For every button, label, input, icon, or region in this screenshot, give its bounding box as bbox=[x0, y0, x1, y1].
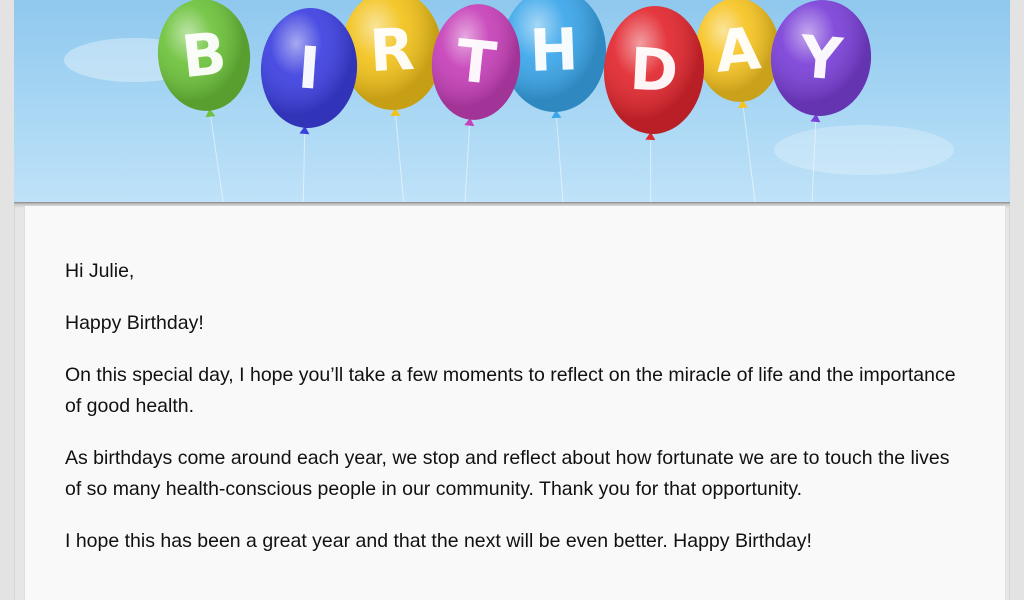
paragraph-community: As birthdays come around each year, we s… bbox=[65, 447, 950, 500]
email-viewer: A B R H I T D Y Hi Julie, Happy Birthday! On th… bbox=[0, 0, 1024, 600]
balloon-string bbox=[302, 127, 306, 202]
balloon-letter: T bbox=[453, 26, 500, 98]
balloon-r-2: R bbox=[341, 0, 443, 202]
balloon-letter: H bbox=[529, 15, 580, 85]
email-message: Hi Julie, Happy Birthday! On this specia… bbox=[65, 256, 965, 578]
balloon-string bbox=[650, 133, 652, 202]
greeting: Hi Julie, bbox=[65, 260, 135, 282]
balloon-letter: Y bbox=[796, 22, 846, 94]
balloon-b-0: B bbox=[157, 0, 251, 202]
balloon-d-5: D bbox=[603, 6, 705, 202]
balloon-letter: B bbox=[178, 19, 229, 91]
balloon-string bbox=[209, 110, 225, 202]
birthday-wish-line: Happy Birthday! bbox=[65, 312, 204, 334]
paragraph-reflect: On this special day, I hope you’ll take … bbox=[65, 364, 956, 417]
balloon-i-1: I bbox=[260, 8, 358, 202]
balloon-letter: R bbox=[368, 15, 416, 85]
right-gutter bbox=[1009, 0, 1024, 600]
balloon-string bbox=[394, 109, 405, 202]
balloon-letter: D bbox=[628, 35, 680, 105]
left-gutter bbox=[0, 0, 15, 600]
balloon-string bbox=[555, 111, 565, 202]
balloon-string bbox=[464, 119, 471, 202]
balloon-letter: A bbox=[713, 14, 764, 86]
balloon-string bbox=[742, 101, 757, 202]
balloons-illustration: AB R HI T D Y bbox=[64, 0, 954, 202]
balloon-h-4: H bbox=[501, 0, 607, 202]
birthday-banner: ABRHITDY bbox=[14, 0, 1010, 202]
email-body-card: Hi Julie, Happy Birthday! On this specia… bbox=[24, 206, 1006, 600]
paragraph-closing: I hope this has been a great year and th… bbox=[65, 530, 812, 552]
